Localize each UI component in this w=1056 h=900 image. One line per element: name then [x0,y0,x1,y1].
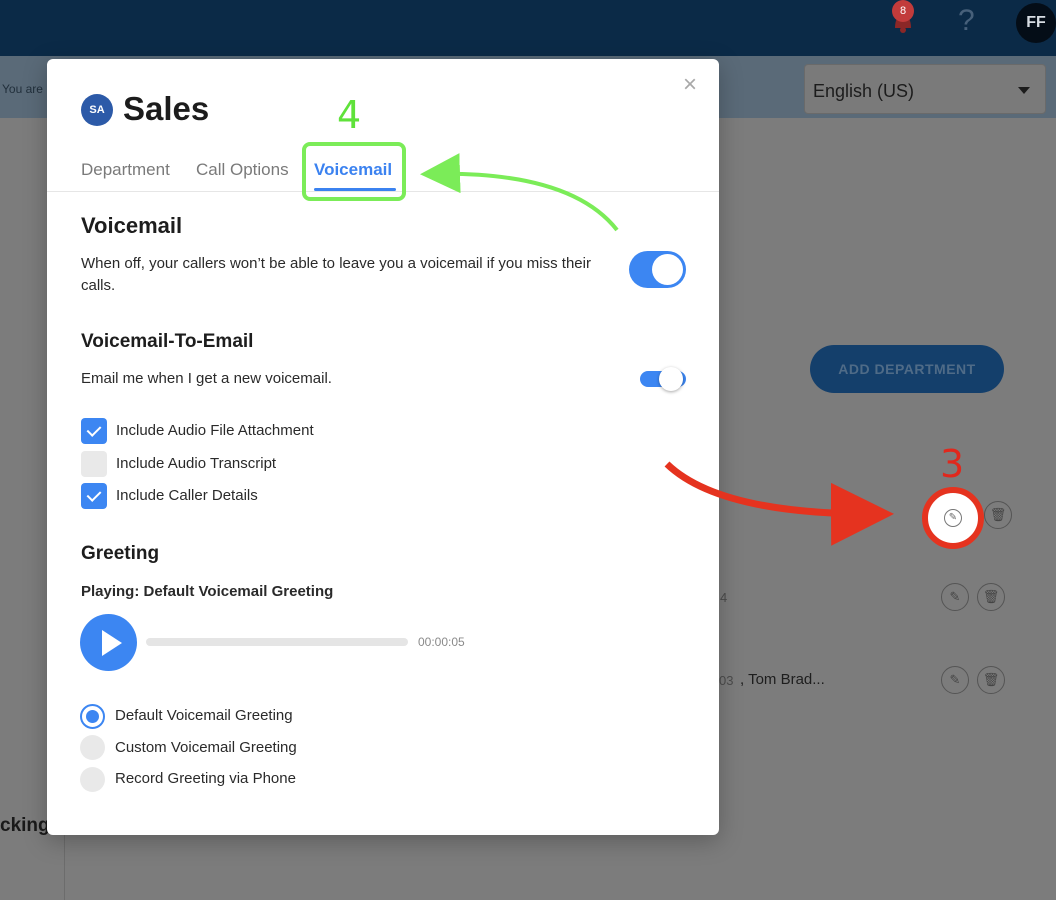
red-arrow [664,461,894,546]
annotation-arrows [420,153,894,546]
green-arrow [420,153,619,232]
